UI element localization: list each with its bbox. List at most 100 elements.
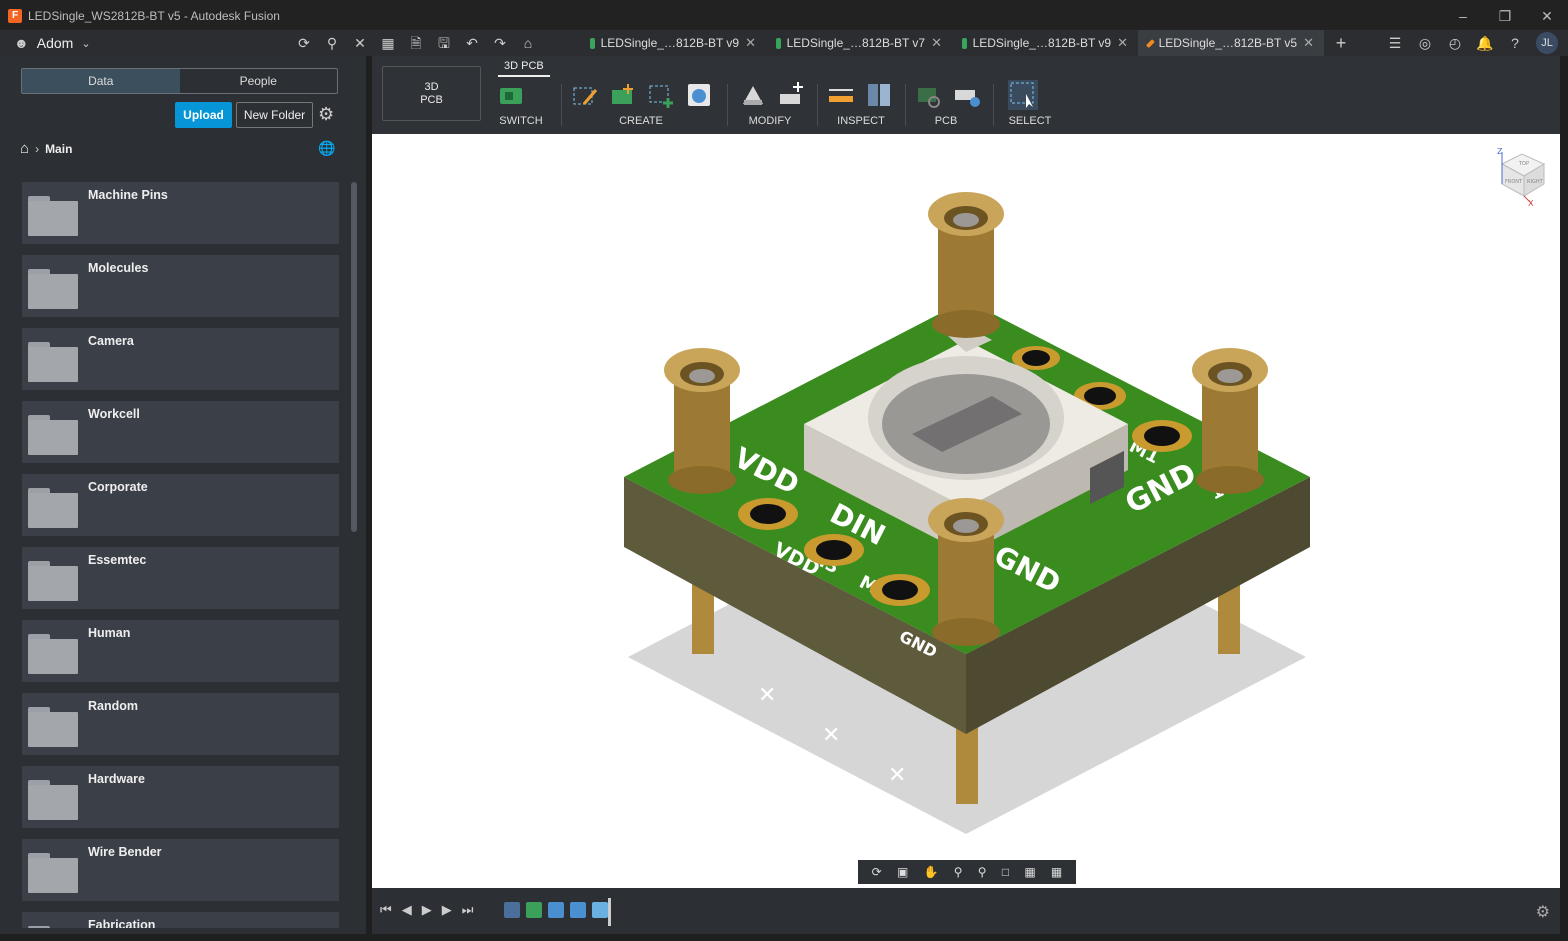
folder-list-scrollbar[interactable] — [351, 182, 357, 532]
sketch-icon[interactable] — [570, 80, 600, 110]
search-icon[interactable]: ⚲ — [318, 30, 346, 56]
pan-icon[interactable]: ✋ — [924, 865, 939, 879]
close-icon[interactable]: ✕ — [931, 35, 942, 51]
close-window-button[interactable]: ✕ — [1526, 0, 1568, 32]
team-selector[interactable]: ☻ Adom ⌄ — [0, 35, 290, 51]
image-feature-icon[interactable] — [570, 902, 586, 918]
close-icon[interactable]: ✕ — [1303, 35, 1314, 51]
align-icon[interactable] — [738, 80, 768, 110]
create-board-icon[interactable] — [608, 80, 638, 110]
grid-settings-icon[interactable]: ▦ — [1024, 865, 1035, 879]
play-icon[interactable]: ▶ — [422, 902, 432, 918]
modify-label[interactable]: MODIFY — [738, 115, 802, 127]
pcb-switch-icon[interactable] — [496, 80, 526, 110]
save-icon[interactable]: 🖫 — [430, 30, 458, 56]
tab-label: LEDSingle_…812B-BT v7 — [786, 36, 926, 50]
standoff — [664, 348, 740, 494]
close-icon[interactable]: ✕ — [745, 35, 756, 51]
close-panel-icon[interactable]: ✕ — [346, 30, 374, 56]
refresh-icon[interactable]: ⟳ — [290, 30, 318, 56]
last-step-icon[interactable]: ⏭ — [462, 902, 474, 918]
3d-viewport[interactable]: ✕ ✕ ✕ VDD DIN GND VDD GND GND M3 M2 M1 1 — [372, 134, 1560, 888]
document-tab-active[interactable]: LEDSingle_…812B-BT v5 ✕ — [1138, 30, 1324, 56]
inspect-label[interactable]: INSPECT — [826, 115, 896, 127]
document-tab[interactable]: LEDSingle_…812B-BT v7 ✕ — [766, 30, 952, 56]
gear-icon[interactable]: ⚙ — [318, 104, 334, 125]
home-icon[interactable]: ⌂ — [20, 140, 29, 157]
list-item[interactable]: Machine Pins — [22, 182, 339, 244]
folder-name: Essemtec — [88, 553, 147, 567]
list-item[interactable]: Fabrication — [22, 912, 339, 928]
document-tab[interactable]: LEDSingle_…812B-BT v9 ✕ — [580, 30, 766, 56]
list-item[interactable]: Essemtec — [22, 547, 339, 609]
view-cube[interactable]: TOP FRONT RIGHT Z X — [1497, 147, 1546, 208]
globe-icon[interactable]: 🌐 — [318, 140, 335, 157]
document-tab[interactable]: LEDSingle_…812B-BT v9 ✕ — [952, 30, 1138, 56]
new-tab-icon[interactable]: + — [1324, 30, 1358, 56]
first-step-icon[interactable]: ⏮ — [380, 902, 392, 918]
move-icon[interactable] — [776, 80, 806, 110]
display-settings-icon[interactable]: □ — [1002, 865, 1009, 879]
upload-button[interactable]: Upload — [175, 102, 232, 128]
next-step-icon[interactable]: ▶ — [442, 902, 452, 918]
tab-people[interactable]: People — [180, 69, 338, 93]
breadcrumb: ⌂ › Main — [20, 140, 72, 157]
tab-data[interactable]: Data — [22, 69, 180, 93]
pcb-settings-icon[interactable] — [952, 80, 982, 110]
gear-icon[interactable]: ⚙ — [1536, 902, 1550, 922]
select-icon[interactable] — [1008, 80, 1038, 110]
viewcube-front-label: FRONT — [1505, 179, 1523, 185]
list-item[interactable]: Hardware — [22, 766, 339, 828]
look-at-icon[interactable]: ▣ — [897, 865, 908, 879]
measure-icon[interactable] — [826, 80, 856, 110]
pcb-link-icon[interactable] — [914, 80, 944, 110]
list-item[interactable]: Human — [22, 620, 339, 682]
list-item[interactable]: Workcell — [22, 401, 339, 463]
image-feature-icon[interactable] — [548, 902, 564, 918]
file-menu-icon[interactable]: 🗎 — [402, 30, 430, 56]
folder-icon — [28, 926, 80, 928]
close-icon[interactable]: ✕ — [1117, 35, 1128, 51]
switch-label[interactable]: SWITCH — [496, 115, 546, 127]
list-item[interactable]: Camera — [22, 328, 339, 390]
component-feature-icon[interactable] — [592, 902, 608, 918]
minimize-button[interactable]: – — [1442, 0, 1484, 32]
list-item[interactable]: Corporate — [22, 474, 339, 536]
help-icon[interactable]: ? — [1500, 30, 1530, 56]
home-icon[interactable]: ⌂ — [514, 30, 542, 56]
create-label[interactable]: CREATE — [570, 115, 712, 127]
list-item[interactable]: Wire Bender — [22, 839, 339, 901]
viewports-icon[interactable]: ▦ — [1051, 865, 1062, 879]
timeline-marker[interactable] — [608, 898, 611, 926]
job-status-icon[interactable]: ◴ — [1440, 30, 1470, 56]
pcb-group: PCB — [914, 78, 980, 134]
undo-icon[interactable]: ↶ — [458, 30, 486, 56]
application-bar: ☻ Adom ⌄ ⟳ ⚲ ✕ ▦ 🗎 🖫 ↶ ↷ ⌂ LEDSingle_…81… — [0, 30, 1568, 56]
create-component-icon[interactable] — [646, 80, 676, 110]
workspace-switcher[interactable]: 3D PCB — [382, 66, 481, 121]
redo-icon[interactable]: ↷ — [486, 30, 514, 56]
breadcrumb-main[interactable]: Main — [45, 142, 72, 156]
online-status-icon[interactable]: ◎ — [1410, 30, 1440, 56]
zoom-icon[interactable]: ⚲ — [954, 865, 963, 879]
3d-package-icon[interactable] — [684, 80, 714, 110]
board-feature-icon[interactable] — [526, 902, 542, 918]
restore-button[interactable]: ❐ — [1484, 0, 1526, 32]
avatar[interactable]: JL — [1536, 32, 1558, 54]
orbit-icon[interactable]: ⟳ — [872, 865, 882, 879]
right-toolbar: ☰ ◎ ◴ 🔔 ? JL — [1380, 30, 1558, 56]
section-analysis-icon[interactable] — [864, 80, 894, 110]
pcb-label[interactable]: PCB — [914, 115, 978, 127]
new-folder-button[interactable]: New Folder — [236, 102, 313, 128]
grid-menu-icon[interactable]: ▦ — [374, 30, 402, 56]
sketch-feature-icon[interactable] — [504, 902, 520, 918]
tab-label: LEDSingle_…812B-BT v5 — [1158, 36, 1298, 50]
tab-3d-pcb[interactable]: 3D PCB — [498, 60, 550, 77]
zoom-window-icon[interactable]: ⚲ — [978, 865, 987, 879]
extensions-icon[interactable]: ☰ — [1380, 30, 1410, 56]
notifications-icon[interactable]: 🔔 — [1470, 30, 1500, 56]
list-item[interactable]: Molecules — [22, 255, 339, 317]
select-label[interactable]: SELECT — [1008, 115, 1052, 127]
list-item[interactable]: Random — [22, 693, 339, 755]
previous-step-icon[interactable]: ◀ — [402, 902, 412, 918]
